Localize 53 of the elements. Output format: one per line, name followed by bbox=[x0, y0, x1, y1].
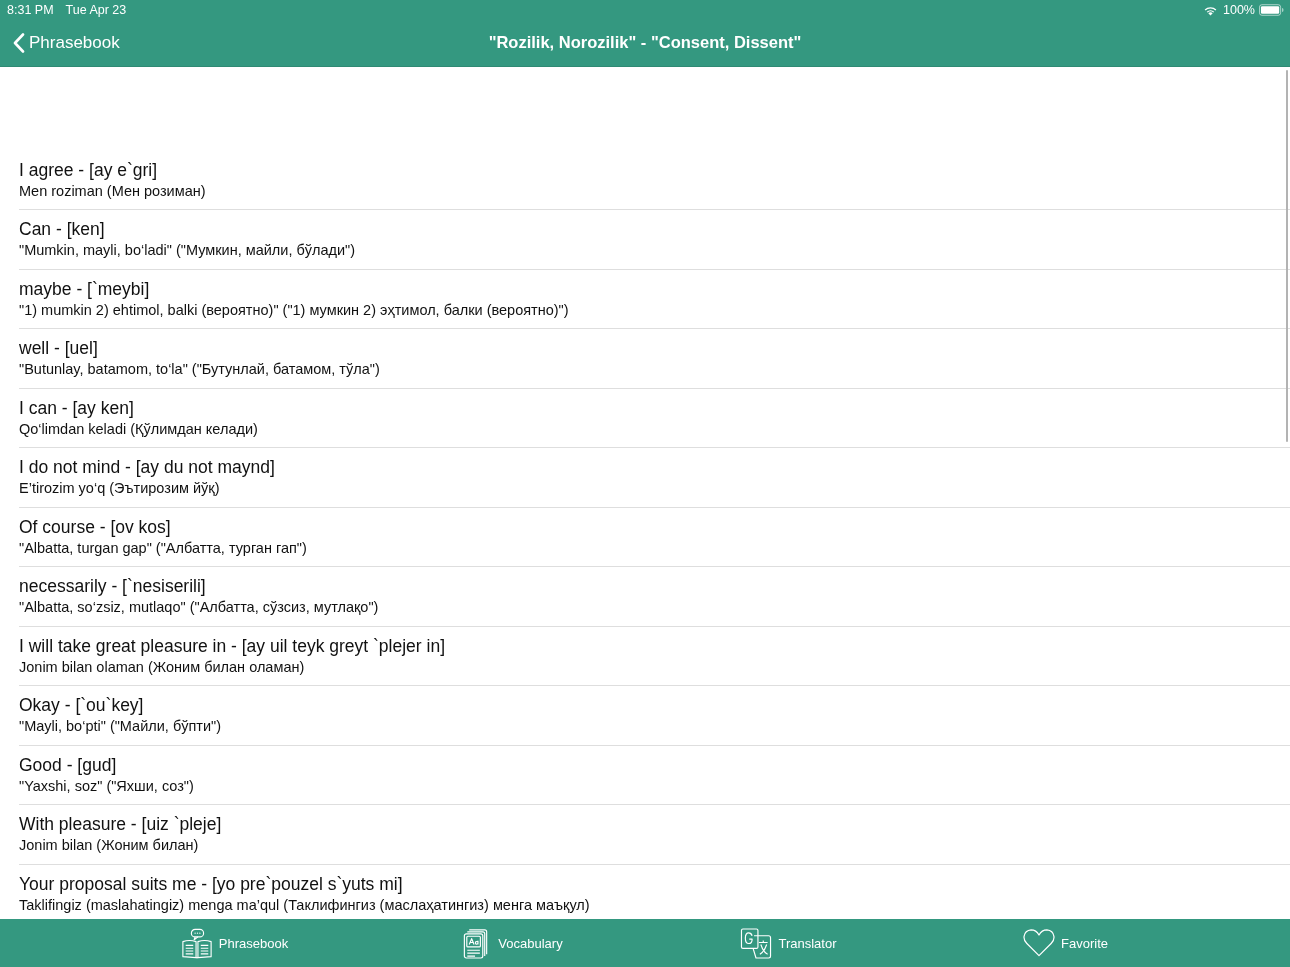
wifi-icon bbox=[1203, 4, 1218, 16]
phrase-row[interactable]: I can - [ay ken] Qo‘limdan keladi (Қўлимдан келади) bbox=[19, 388, 1290, 448]
battery-icon bbox=[1259, 4, 1284, 16]
phrase-row[interactable]: Can - [ken] "Mumkin, mayli, bo‘ladi" ("Мумкин, майли, бўлади") bbox=[19, 210, 1290, 270]
chevron-left-icon bbox=[13, 32, 25, 53]
phrase-row[interactable]: Of course - [ov kos] "Albatta, turgan gap" ("Албатта, турган гап") bbox=[19, 507, 1290, 567]
heart-icon bbox=[1023, 929, 1055, 957]
phrase-translation: "Yaxshi, soz" ("Яхши, соз") bbox=[19, 776, 194, 796]
phrase-title: maybe - [`meybi] bbox=[19, 277, 150, 300]
phrase-translation: Men roziman (Мен розиман) bbox=[19, 181, 206, 201]
phrase-title: necessarily - [`nesiserili] bbox=[19, 575, 206, 597]
phrase-translation: Jonim bilan (Жоним билан) bbox=[19, 836, 199, 855]
battery-percent: 100% bbox=[1223, 3, 1255, 17]
phrase-title: I will take great pleasure in - [ay uil teyk greyt `plejer in] bbox=[19, 634, 445, 657]
phrase-translation: "Mumkin, mayli, bo‘ladi" ("Мумкин, майли, бўлади") bbox=[19, 241, 356, 260]
phrase-translation: "Albatta, turgan gap" ("Албатта, турган гап") bbox=[19, 538, 307, 558]
phrase-row[interactable]: Okay - [`ou`key] "Mayli, bo‘pti" ("Майли, бўпти") bbox=[19, 686, 1290, 746]
phrasebook-tab[interactable]: Phrasebook bbox=[96, 919, 373, 967]
phrase-title: Can - [ken] bbox=[19, 218, 105, 240]
phrase-translation: Taklifingiz (maslahatingiz) menga ma’qul (Таклифингиз (маслаҳатингиз) менга маъқул) bbox=[19, 895, 590, 915]
phrase-title: Okay - [`ou`key] bbox=[19, 694, 144, 716]
status-date: Tue Apr 23 bbox=[65, 3, 127, 17]
phrase-title: Good - [gud] bbox=[19, 753, 117, 776]
phrase-title: Your proposal suits me - [yo pre`pouzel s`yuts mi] bbox=[19, 872, 403, 895]
phrase-translation: "1) mumkin 2) ehtimol, balki (вероятно)" ("1) мумкин 2) эҳтимол, балки (вероятно)") bbox=[19, 300, 569, 320]
phrase-row[interactable]: With pleasure - [uiz `pleje] Jonim bilan (Жоним билан) bbox=[19, 805, 1290, 865]
phrase-translation: E’tirozim yo‘q (Эътирозим йўқ) bbox=[19, 479, 220, 498]
phrase-row[interactable]: I will take great pleasure in - [ay uil teyk greyt `plejer in] Jonim bilan olaman (Жоним билан оламан) bbox=[19, 626, 1290, 686]
phrase-row[interactable]: well - [uel] "Butunlay, batamom, to‘la" ("Бутунлай, батамом, тўла") bbox=[19, 329, 1290, 389]
phrase-title: Of course - [ov kos] bbox=[19, 515, 171, 538]
status-time: 8:31 PM bbox=[7, 3, 54, 17]
phrase-title: I do not mind - [ay du not maynd] bbox=[19, 456, 275, 478]
phrase-title: I agree - [ay e`gri] bbox=[19, 158, 158, 181]
phrase-translation: "Mayli, bo‘pti" ("Майли, бўпти") bbox=[19, 717, 221, 736]
vocabulary-tab[interactable]: Vocabulary bbox=[373, 919, 650, 967]
nav-title: "Rozilik, Norozilik" - "Consent, Dissent" bbox=[488, 33, 802, 53]
phrase-translation: "Albatta, so‘zsiz, mutlaqo" ("Албатта, сўзсиз, мутлақо") bbox=[19, 598, 379, 617]
translator-tab[interactable]: Translator bbox=[650, 919, 927, 967]
phrase-row[interactable]: I agree - [ay e`gri] Men roziman (Мен розиман) bbox=[19, 150, 1290, 210]
phrase-title: well - [uel] bbox=[19, 337, 98, 359]
phrase-title: With pleasure - [uiz `pleje] bbox=[19, 813, 222, 835]
phrase-row[interactable]: I do not mind - [ay du not maynd] E’tirozim yo‘q (Эътирозим йўқ) bbox=[19, 448, 1290, 508]
phrase-row[interactable]: Good - [gud] "Yaxshi, soz" ("Яхши, соз") bbox=[19, 745, 1290, 805]
back-button[interactable]: Phrasebook bbox=[11, 27, 122, 58]
phrase-translation: "Butunlay, batamom, to‘la" ("Бутунлай, батамом, тўла") bbox=[19, 360, 380, 379]
phrase-translation: Jonim bilan olaman (Жоним билан оламан) bbox=[19, 657, 305, 677]
favorite-tab[interactable]: Favorite bbox=[927, 919, 1204, 967]
phrase-row[interactable]: necessarily - [`nesiserili] "Albatta, so‘zsiz, mutlaqo" ("Албатта, сўзсиз, мутлақо") bbox=[19, 567, 1290, 627]
phrase-translation: Qo‘limdan keladi (Қўлимдан келади) bbox=[19, 419, 258, 439]
book-icon bbox=[180, 927, 213, 959]
translate-icon bbox=[740, 927, 773, 959]
phrase-row[interactable]: maybe - [`meybi] "1) mumkin 2) ehtimol, balki (вероятно)" ("1) мумкин 2) эҳтимол, балки (вероятно)") bbox=[19, 269, 1290, 329]
phrase-title: I can - [ay ken] bbox=[19, 396, 134, 419]
